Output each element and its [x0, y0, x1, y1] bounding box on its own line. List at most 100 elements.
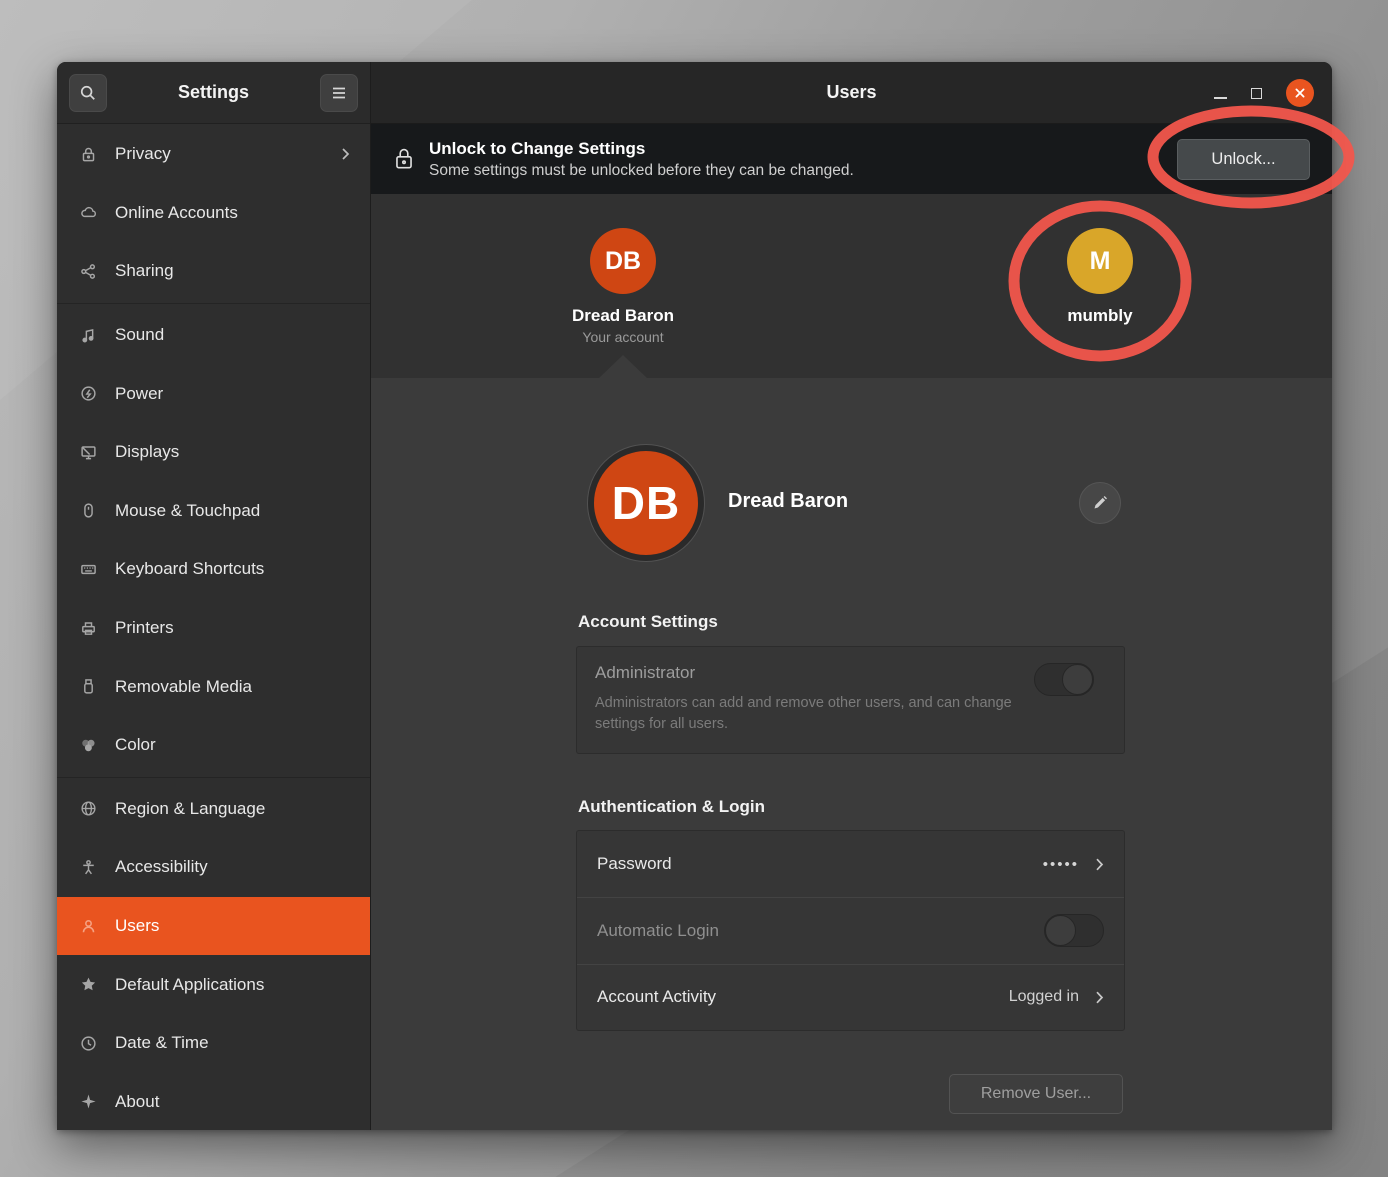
hamburger-icon [331, 86, 347, 100]
main-panel: Users [370, 62, 1332, 1130]
sidebar-header: Settings [57, 62, 370, 124]
remove-user-button[interactable]: Remove User... [949, 1074, 1123, 1114]
unlock-banner-subtitle: Some settings must be unlocked before th… [429, 160, 1177, 181]
edit-name-button[interactable] [1079, 482, 1121, 524]
mouse-icon [79, 501, 98, 520]
window-controls [1214, 62, 1314, 124]
user-detail-panel: DB Dread Baron Account Settings Administ… [371, 378, 1332, 1130]
carousel-user-mumbly[interactable]: M mumbly [1000, 228, 1200, 326]
sidebar-item-displays[interactable]: Displays [57, 423, 370, 482]
authentication-card: Password ••••• Automatic Login Account A… [576, 830, 1125, 1031]
profile-name: Dread Baron [728, 490, 848, 513]
selected-user-caret [599, 355, 647, 378]
share-icon [79, 262, 98, 281]
sidebar-item-removable-media[interactable]: Removable Media [57, 657, 370, 716]
password-row[interactable]: Password ••••• [577, 831, 1124, 897]
sidebar-item-keyboard-shortcuts[interactable]: Keyboard Shortcuts [57, 540, 370, 599]
toggle-knob [1045, 915, 1076, 946]
carousel-user-name: mumbly [1000, 306, 1200, 326]
sparkle-icon [79, 1092, 98, 1111]
sidebar-item-privacy[interactable]: Privacy [57, 125, 370, 184]
password-label: Password [597, 854, 1043, 874]
desktop: Settings Privacy [0, 0, 1388, 1177]
sidebar-item-color[interactable]: Color [57, 716, 370, 775]
pencil-icon [1092, 495, 1108, 511]
sidebar-list: Privacy Online Accounts [57, 125, 370, 1130]
user-carousel: DB Dread Baron Your account M mumbly [371, 194, 1332, 378]
automatic-login-label: Automatic Login [597, 921, 1044, 941]
sidebar-item-label: Keyboard Shortcuts [115, 559, 350, 579]
search-icon [79, 84, 97, 102]
sidebar-item-sharing[interactable]: Sharing [57, 242, 370, 301]
unlock-banner-text: Unlock to Change Settings Some settings … [429, 138, 1177, 181]
star-icon [79, 975, 98, 994]
accessibility-icon [79, 858, 98, 877]
sidebar-separator [57, 303, 370, 304]
sidebar-item-default-applications[interactable]: Default Applications [57, 955, 370, 1014]
sidebar-item-accessibility[interactable]: Accessibility [57, 838, 370, 897]
sidebar-item-printers[interactable]: Printers [57, 599, 370, 658]
maximize-button[interactable] [1251, 88, 1262, 99]
chevron-right-icon [1095, 857, 1104, 872]
sidebar-item-label: Mouse & Touchpad [115, 501, 350, 521]
page-title: Users [826, 82, 876, 103]
sidebar: Settings Privacy [57, 62, 370, 1130]
toggle-knob [1062, 664, 1093, 695]
close-icon [1294, 87, 1306, 99]
automatic-login-toggle[interactable] [1044, 914, 1104, 947]
carousel-user-dread-baron[interactable]: DB Dread Baron Your account [523, 228, 723, 345]
sidebar-item-about[interactable]: About [57, 1073, 370, 1131]
sidebar-item-power[interactable]: Power [57, 364, 370, 423]
sidebar-item-label: Users [115, 916, 350, 936]
globe-icon [79, 799, 98, 818]
lock-icon [79, 145, 98, 164]
account-activity-value: Logged in [1009, 988, 1079, 1006]
avatar: DB [590, 228, 656, 294]
avatar: M [1067, 228, 1133, 294]
sidebar-item-label: Removable Media [115, 677, 350, 697]
search-button[interactable] [69, 74, 107, 112]
sidebar-item-online-accounts[interactable]: Online Accounts [57, 184, 370, 243]
administrator-description: Administrators can add and remove other … [595, 693, 1015, 735]
sidebar-item-sound[interactable]: Sound [57, 306, 370, 365]
password-dots: ••••• [1043, 856, 1079, 873]
unlock-button[interactable]: Unlock... [1177, 139, 1310, 180]
administrator-toggle[interactable] [1034, 663, 1094, 696]
padlock-icon [393, 146, 415, 172]
sidebar-item-mouse-touchpad[interactable]: Mouse & Touchpad [57, 482, 370, 541]
sidebar-item-label: Date & Time [115, 1033, 350, 1053]
sidebar-item-region-language[interactable]: Region & Language [57, 780, 370, 839]
sidebar-separator [57, 777, 370, 778]
account-settings-card: Administrator Administrators can add and… [576, 646, 1125, 754]
account-activity-label: Account Activity [597, 987, 1009, 1007]
minimize-button[interactable] [1214, 97, 1227, 99]
unlock-banner-title: Unlock to Change Settings [429, 138, 1177, 160]
profile-avatar[interactable]: DB [588, 445, 704, 561]
chevron-right-icon [1095, 990, 1104, 1005]
automatic-login-row: Automatic Login [577, 897, 1124, 963]
chevron-right-icon [341, 147, 350, 161]
account-activity-row[interactable]: Account Activity Logged in [577, 964, 1124, 1030]
sidebar-item-label: Accessibility [115, 857, 350, 877]
close-button[interactable] [1286, 79, 1314, 107]
app-title: Settings [107, 82, 320, 103]
section-heading-account-settings: Account Settings [578, 612, 718, 632]
sidebar-item-label: Power [115, 384, 350, 404]
unlock-banner: Unlock to Change Settings Some settings … [371, 124, 1332, 194]
main-headerbar: Users [371, 62, 1332, 124]
clock-icon [79, 1034, 98, 1053]
cloud-icon [79, 203, 98, 222]
user-icon [79, 917, 98, 936]
sidebar-item-users[interactable]: Users [57, 897, 370, 956]
menu-button[interactable] [320, 74, 358, 112]
administrator-label: Administrator [595, 663, 1106, 683]
sidebar-item-label: Displays [115, 442, 350, 462]
sidebar-item-label: About [115, 1092, 350, 1112]
usb-drive-icon [79, 677, 98, 696]
sidebar-item-label: Sharing [115, 261, 350, 281]
sidebar-item-label: Printers [115, 618, 350, 638]
sidebar-item-label: Color [115, 735, 350, 755]
color-icon [79, 736, 98, 755]
sidebar-item-date-time[interactable]: Date & Time [57, 1014, 370, 1073]
music-note-icon [79, 326, 98, 345]
